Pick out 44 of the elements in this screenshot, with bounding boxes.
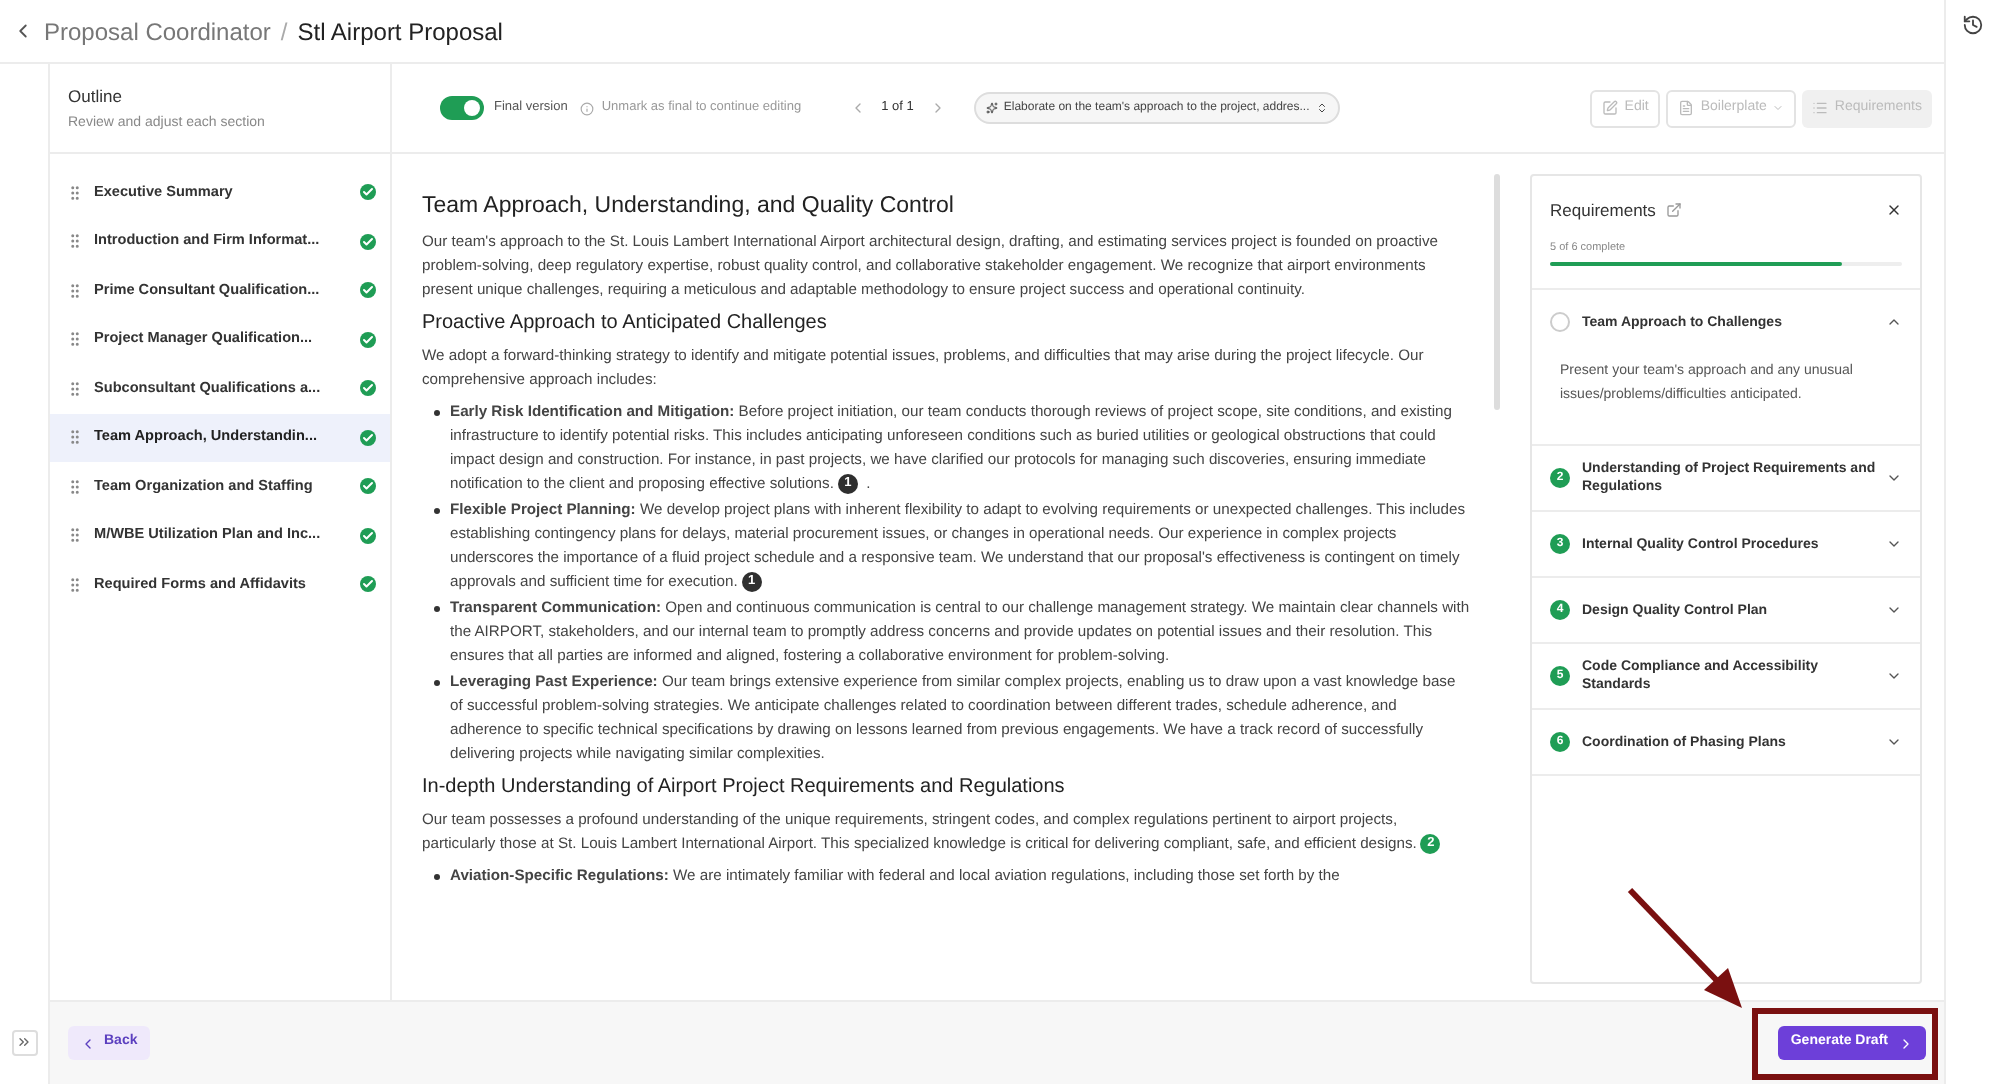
section-heading: Proactive Approach to Anticipated Challenges — [422, 312, 829, 336]
drag-handle-icon[interactable] — [66, 379, 84, 398]
info-icon — [579, 101, 594, 115]
close-icon[interactable] — [1886, 202, 1902, 219]
sparkle-icon — [985, 102, 998, 114]
breadcrumb-parent[interactable]: Proposal Coordinator — [44, 13, 271, 49]
chevron-left-icon — [80, 1035, 96, 1051]
pencil-square-icon — [1602, 100, 1619, 116]
chevron-down-icon — [1886, 668, 1902, 684]
drag-handle-icon[interactable] — [66, 428, 84, 447]
chevron-down-icon — [1886, 536, 1902, 552]
chevron-right-icon — [1898, 1035, 1914, 1051]
drag-handle-icon[interactable] — [66, 477, 84, 496]
chevron-down-icon — [1886, 734, 1902, 750]
double-chevron-icon — [16, 1034, 32, 1050]
requirements-title: Requirements — [1550, 198, 1656, 224]
bullet-icon — [434, 606, 440, 612]
history-icon[interactable] — [1961, 14, 1983, 36]
breadcrumb-separator: / — [280, 15, 288, 49]
list-icon — [1812, 100, 1829, 116]
bullet-icon — [434, 410, 440, 416]
bullet-icon — [434, 508, 440, 514]
chevron-down-icon — [1886, 470, 1902, 486]
external-link-icon[interactable] — [1665, 202, 1682, 219]
annotation-arrow — [1624, 884, 1748, 1012]
breadcrumb-current: Stl Airport Proposal — [297, 15, 503, 49]
bullet-icon — [434, 680, 440, 686]
chevron-down-icon — [1886, 602, 1902, 618]
drag-handle-icon[interactable] — [66, 575, 84, 594]
section-heading: In-depth Understanding of Airport Project Requirements and Regulations — [422, 776, 1067, 800]
bullet-icon — [434, 874, 440, 880]
drag-handle-icon[interactable] — [66, 232, 84, 251]
chevron-up-icon — [1886, 314, 1902, 330]
final-version-toggle[interactable] — [440, 96, 484, 120]
drag-handle-icon[interactable] — [66, 526, 84, 545]
document-title: Team Approach, Understanding, and Quality Control — [422, 194, 956, 218]
drag-handle-icon[interactable] — [66, 183, 84, 202]
caret-icon — [1772, 102, 1785, 114]
drag-handle-icon[interactable] — [66, 281, 84, 300]
expand-sidebar-button[interactable] — [11, 1029, 37, 1055]
scrollbar[interactable] — [1494, 174, 1500, 410]
drag-handle-icon[interactable] — [66, 330, 84, 349]
document-icon — [1678, 100, 1695, 116]
outline-title: Outline — [68, 84, 124, 110]
